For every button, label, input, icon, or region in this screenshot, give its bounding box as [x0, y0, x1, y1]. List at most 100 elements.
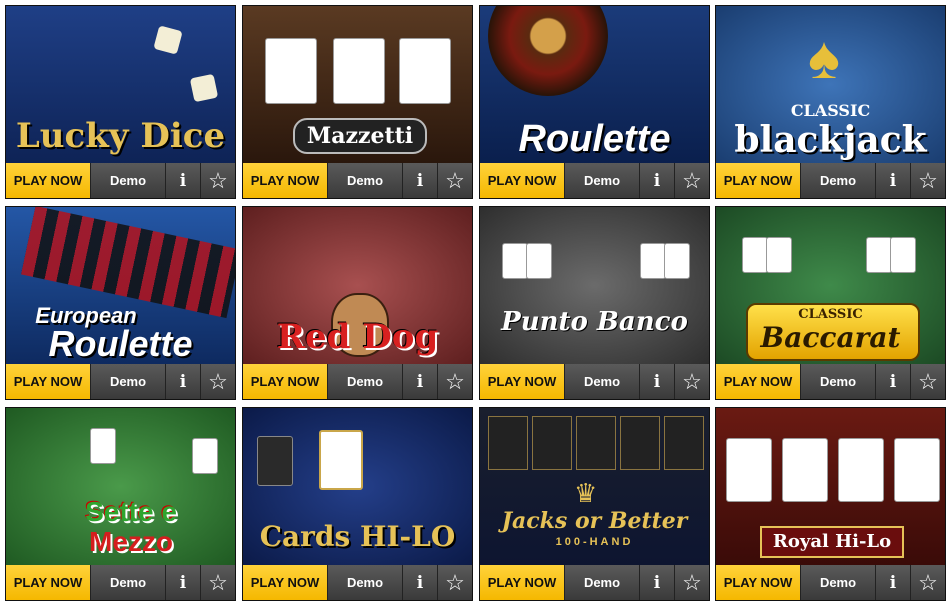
star-icon[interactable]: ☆ — [438, 565, 472, 600]
star-icon[interactable]: ☆ — [675, 364, 709, 399]
card-icon — [782, 438, 828, 502]
game-thumbnail-sette-e-mezzo[interactable]: Sette e Mezzo — [6, 408, 235, 565]
star-icon[interactable]: ☆ — [438, 163, 472, 198]
game-tile-punto-banco: Punto Banco PLAY NOW Demo i ☆ — [479, 206, 710, 400]
card-back-icon — [620, 416, 660, 470]
info-icon[interactable]: i — [403, 364, 438, 399]
info-icon[interactable]: i — [403, 565, 438, 600]
game-logo-100-hand: 100-HAND — [555, 536, 634, 548]
card-icon — [766, 237, 792, 273]
action-bar: PLAY NOW Demo i ☆ — [480, 364, 709, 399]
game-tile-cards-hi-lo: Cards HI-LO PLAY NOW Demo i ☆ — [242, 407, 473, 601]
demo-button[interactable]: Demo — [91, 364, 166, 399]
game-logo-classic-line: CLASSIC — [790, 101, 871, 120]
play-now-button[interactable]: PLAY NOW — [243, 364, 328, 399]
demo-button[interactable]: Demo — [328, 565, 403, 600]
game-logo-baccarat: Baccarat — [760, 321, 901, 354]
game-tile-jacks-or-better: ♛ Jacks or Better 100-HAND PLAY NOW Demo… — [479, 407, 710, 601]
game-thumbnail-cards-hi-lo[interactable]: Cards HI-LO — [243, 408, 472, 565]
action-bar: PLAY NOW Demo i ☆ — [243, 565, 472, 600]
game-thumbnail-jacks-or-better[interactable]: ♛ Jacks or Better 100-HAND — [480, 408, 709, 565]
info-icon[interactable]: i — [403, 163, 438, 198]
play-now-button[interactable]: PLAY NOW — [716, 163, 801, 198]
demo-button[interactable]: Demo — [565, 163, 640, 198]
demo-button[interactable]: Demo — [91, 565, 166, 600]
game-logo-blackjack: blackjack — [734, 119, 927, 161]
play-now-button[interactable]: PLAY NOW — [243, 565, 328, 600]
game-logo-royal-hi-lo: Royal Hi-Lo — [760, 526, 904, 558]
action-bar: PLAY NOW Demo i ☆ — [480, 163, 709, 198]
card-icon — [664, 243, 690, 279]
game-tile-sette-e-mezzo: Sette e Mezzo PLAY NOW Demo i ☆ — [5, 407, 236, 601]
info-icon[interactable]: i — [640, 565, 675, 600]
demo-button[interactable]: Demo — [801, 565, 876, 600]
action-bar: PLAY NOW Demo i ☆ — [6, 163, 235, 198]
demo-button[interactable]: Demo — [565, 565, 640, 600]
info-icon[interactable]: i — [876, 163, 911, 198]
play-now-button[interactable]: PLAY NOW — [6, 565, 91, 600]
action-bar: PLAY NOW Demo i ☆ — [6, 565, 235, 600]
demo-button[interactable]: Demo — [565, 364, 640, 399]
star-icon[interactable]: ☆ — [911, 565, 945, 600]
play-now-button[interactable]: PLAY NOW — [716, 565, 801, 600]
play-now-button[interactable]: PLAY NOW — [6, 364, 91, 399]
star-icon[interactable]: ☆ — [911, 163, 945, 198]
card-back-icon — [532, 416, 572, 470]
card-icon — [838, 438, 884, 502]
play-now-button[interactable]: PLAY NOW — [716, 364, 801, 399]
game-thumbnail-baccarat[interactable]: CLASSIC Baccarat — [716, 207, 945, 364]
info-icon[interactable]: i — [876, 364, 911, 399]
info-icon[interactable]: i — [640, 364, 675, 399]
card-icon — [90, 428, 116, 464]
game-thumbnail-european-roulette[interactable]: European Roulette — [6, 207, 235, 364]
card-icon — [192, 438, 218, 474]
game-thumbnail-royal-hi-lo[interactable]: Royal Hi-Lo — [716, 408, 945, 565]
star-icon[interactable]: ☆ — [201, 364, 235, 399]
game-tile-european-roulette: European Roulette PLAY NOW Demo i ☆ — [5, 206, 236, 400]
info-icon[interactable]: i — [876, 565, 911, 600]
game-tile-roulette: Roulette PLAY NOW Demo i ☆ — [479, 5, 710, 199]
demo-button[interactable]: Demo — [801, 364, 876, 399]
card-icon — [890, 237, 916, 273]
star-icon[interactable]: ☆ — [201, 163, 235, 198]
play-now-button[interactable]: PLAY NOW — [6, 163, 91, 198]
game-tile-red-dog: Red Dog PLAY NOW Demo i ☆ — [242, 206, 473, 400]
info-icon[interactable]: i — [166, 163, 201, 198]
play-now-button[interactable]: PLAY NOW — [480, 565, 565, 600]
game-thumbnail-blackjack[interactable]: ♠ CLASSIC blackjack — [716, 6, 945, 163]
star-icon[interactable]: ☆ — [675, 565, 709, 600]
dice-icon — [153, 25, 183, 55]
star-icon[interactable]: ☆ — [675, 163, 709, 198]
demo-button[interactable]: Demo — [328, 163, 403, 198]
game-thumbnail-roulette[interactable]: Roulette — [480, 6, 709, 163]
game-tile-baccarat: CLASSIC Baccarat PLAY NOW Demo i ☆ — [715, 206, 946, 400]
action-bar: PLAY NOW Demo i ☆ — [716, 565, 945, 600]
action-bar: PLAY NOW Demo i ☆ — [716, 364, 945, 399]
game-thumbnail-lucky-dice[interactable]: Lucky Dice — [6, 6, 235, 163]
play-now-button[interactable]: PLAY NOW — [243, 163, 328, 198]
dice-icon — [189, 73, 219, 103]
star-icon[interactable]: ☆ — [438, 364, 472, 399]
star-icon[interactable]: ☆ — [201, 565, 235, 600]
info-icon[interactable]: i — [166, 364, 201, 399]
demo-button[interactable]: Demo — [91, 163, 166, 198]
demo-button[interactable]: Demo — [328, 364, 403, 399]
info-icon[interactable]: i — [166, 565, 201, 600]
game-thumbnail-punto-banco[interactable]: Punto Banco — [480, 207, 709, 364]
card-icon — [502, 243, 528, 279]
roulette-wheel-icon — [488, 6, 608, 96]
info-icon[interactable]: i — [640, 163, 675, 198]
star-icon[interactable]: ☆ — [911, 364, 945, 399]
game-thumbnail-red-dog[interactable]: Red Dog — [243, 207, 472, 364]
game-logo-red-dog: Red Dog — [276, 317, 439, 357]
play-now-button[interactable]: PLAY NOW — [480, 163, 565, 198]
card-icon — [866, 237, 892, 273]
play-now-button[interactable]: PLAY NOW — [480, 364, 565, 399]
card-icon — [319, 430, 363, 490]
action-bar: PLAY NOW Demo i ☆ — [243, 364, 472, 399]
game-thumbnail-mazzetti[interactable]: Mazzetti — [243, 6, 472, 163]
game-grid: Lucky Dice PLAY NOW Demo i ☆ Mazzetti PL… — [0, 0, 947, 603]
card-back-icon — [576, 416, 616, 470]
card-back-icon — [257, 436, 293, 486]
demo-button[interactable]: Demo — [801, 163, 876, 198]
